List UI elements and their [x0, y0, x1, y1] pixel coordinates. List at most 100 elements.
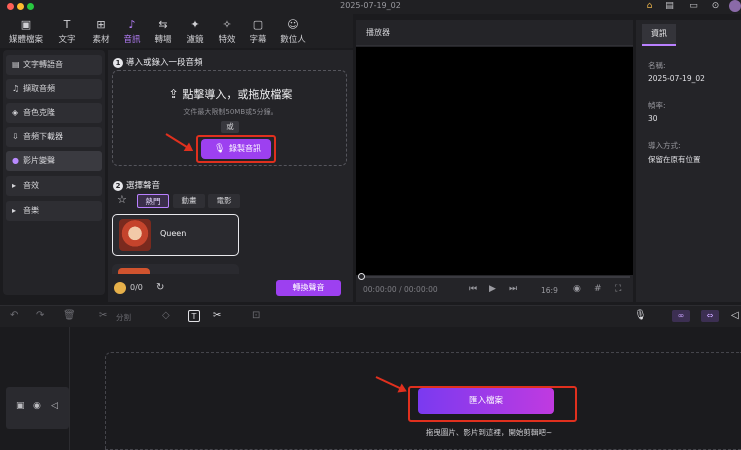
export-clip-icon[interactable]: ⊡: [252, 310, 260, 321]
sidebar-item-voice-clone[interactable]: ◈ 音色克隆: [6, 103, 102, 123]
step-number-2: 2: [113, 181, 123, 191]
toolbar-text[interactable]: T 文字: [52, 18, 82, 46]
refresh-icon[interactable]: ↻: [156, 282, 164, 294]
import-mode-value: 保留在原有位置: [648, 155, 701, 164]
preview-screen[interactable]: [356, 47, 633, 275]
credit-count: 0/0: [130, 283, 143, 292]
feedback-icon[interactable]: ▭: [688, 0, 699, 12]
download-icon: ⇩: [12, 132, 19, 141]
record-voiceover-icon[interactable]: 🎙: [634, 310, 647, 321]
aspect-ratio-select[interactable]: 16:9: [541, 286, 558, 295]
toolbar-effects[interactable]: ✧ 特效: [212, 18, 242, 46]
voice-changer-icon: ●: [12, 156, 19, 165]
cut-tool-icon[interactable]: ✂: [213, 310, 221, 321]
drop-title: ⇪ 點擊導入，或拖放檔案: [168, 87, 293, 101]
tab-popular[interactable]: 熱門: [137, 194, 169, 208]
timeline-area: ▣ ◉ ◁: [0, 327, 741, 450]
extract-audio-icon: ♫: [12, 84, 20, 93]
avatar-person-icon: ☺: [287, 18, 299, 31]
download-status-icon[interactable]: ⊙: [710, 0, 721, 12]
next-frame-icon[interactable]: ⏭: [509, 284, 517, 294]
toolbar-filter[interactable]: ✦ 濾鏡: [180, 18, 210, 46]
import-mode-label: 導入方式:: [648, 141, 681, 150]
or-label: 或: [221, 121, 239, 133]
delete-icon[interactable]: 🗑: [63, 310, 76, 321]
effects-icon: ✧: [222, 18, 232, 31]
tts-icon: ▤: [12, 60, 20, 69]
snapshot-icon[interactable]: ◉: [573, 284, 581, 294]
gift-icon[interactable]: ⌂: [644, 0, 655, 12]
toolbar-subtitle[interactable]: ▢ 字幕: [243, 18, 273, 46]
name-label: 名稱:: [648, 61, 666, 70]
toolbar-transition[interactable]: ⇆ 轉場: [148, 18, 178, 46]
toolbar-avatar[interactable]: ☺ 數位人: [276, 18, 310, 46]
filter-icon: ✦: [190, 18, 200, 31]
import-files-button[interactable]: 匯入檔案: [418, 388, 554, 414]
caret-right-icon: ▸: [12, 206, 17, 215]
elements-icon: ⊞: [96, 18, 106, 31]
sidebar-item-extract-audio[interactable]: ♫ 擷取音頻: [6, 79, 102, 99]
crop-icon[interactable]: #: [594, 284, 602, 294]
voice-panel-footer: 0/0 ↻ 轉換聲音: [108, 274, 353, 302]
fps-value: 30: [648, 114, 658, 123]
link-toggle-icon[interactable]: ⇔: [701, 310, 719, 322]
voice-avatar-image: [119, 219, 151, 251]
prev-frame-icon[interactable]: ⏮: [469, 284, 477, 294]
voice-name: Queen: [160, 229, 187, 238]
media-icon: ▣: [20, 18, 32, 31]
sidebar-item-sound-effects[interactable]: ▸ 音效: [6, 176, 102, 196]
upload-icon: ⇪: [168, 87, 183, 101]
text-icon: T: [63, 18, 71, 31]
fullscreen-icon[interactable]: ⛶: [615, 284, 621, 294]
step2-heading: 2 選擇聲音: [113, 179, 160, 191]
convert-voice-button[interactable]: 轉換聲音: [276, 280, 341, 296]
sidebar-item-audio-downloader[interactable]: ⇩ 音頻下載器: [6, 127, 102, 147]
info-panel: 資訊 名稱: 2025-07-19_02 幀率: 30 導入方式: 保留在原有位…: [636, 20, 741, 302]
layout-icon[interactable]: ▤: [664, 0, 675, 12]
main-track-header: ▣ ◉ ◁: [6, 387, 69, 429]
subtitle-icon: ▢: [252, 18, 264, 31]
audio-sidebar: ▤ 文字轉語音 ♫ 擷取音頻 ◈ 音色克隆 ⇩ 音頻下載器 ● 影片變聲 ▸ 音效 ▸ 音樂: [3, 50, 105, 295]
play-icon[interactable]: ▶: [489, 284, 496, 294]
zoom-icon[interactable]: ◁: [731, 310, 739, 321]
player-panel: 播放器 00:00:00 / 00:00:00 ⏮ ▶ ⏭ 16:9 ◉ # ⛶: [356, 20, 633, 302]
step1-heading: 1 導入或錄入一段音頻: [113, 56, 203, 68]
seek-handle[interactable]: [358, 273, 365, 280]
redo-icon[interactable]: ↷: [36, 310, 44, 321]
marker-icon[interactable]: ◇: [162, 310, 170, 321]
tab-info[interactable]: 資訊: [642, 24, 676, 46]
main-toolbar: ▣ 媒體檔案 T 文字 ⊞ 素材 ♪ 音訊 ⇆ 轉場 ✦ 濾鏡 ✧ 特效 ▢ 字幕 ☺ 數位人: [0, 14, 353, 48]
split-label: 分割: [116, 313, 131, 322]
tab-animation[interactable]: 動畫: [173, 194, 205, 208]
timeline-toolbar: ↶ ↷ 🗑 ✂ 分割 ◇ T ✂ ⊡ 🎙 ∞ ⇔ ◁: [0, 305, 741, 327]
sidebar-item-music[interactable]: ▸ 音樂: [6, 201, 102, 221]
seek-bar[interactable]: [362, 276, 630, 278]
microphone-icon: 🎙: [214, 144, 226, 154]
toolbar-audio[interactable]: ♪ 音訊: [117, 18, 147, 46]
text-tool-icon[interactable]: T: [188, 310, 200, 322]
user-avatar[interactable]: [729, 0, 741, 12]
record-audio-button[interactable]: 🎙 錄製音訊: [201, 139, 271, 159]
toolbar-media[interactable]: ▣ 媒體檔案: [6, 18, 46, 46]
app-window: 2025-07-19_02 ⌂ ▤ ▭ ⊙ ▣ 媒體檔案 T 文字 ⊞ 素材 ♪ 音訊 …: [0, 0, 741, 450]
voice-card-queen[interactable]: Queen: [112, 214, 239, 256]
sidebar-item-tts[interactable]: ▤ 文字轉語音: [6, 55, 102, 75]
audio-note-icon: ♪: [128, 18, 136, 31]
tab-movie[interactable]: 電影: [208, 194, 240, 208]
title-bar: 2025-07-19_02 ⌂ ▤ ▭ ⊙: [0, 0, 741, 14]
transition-icon: ⇆: [158, 18, 168, 31]
credit-coin-icon: [114, 282, 126, 294]
drop-subtitle: 文件最大限制50MB或5分鐘。: [183, 108, 278, 116]
split-icon[interactable]: ✂: [99, 310, 107, 321]
track-audio-icon[interactable]: ◁: [51, 401, 58, 411]
snap-toggle-icon[interactable]: ∞: [672, 310, 690, 322]
track-visibility-icon[interactable]: ◉: [33, 401, 41, 411]
step-number-1: 1: [113, 58, 123, 68]
favorite-star-icon[interactable]: ☆: [117, 193, 127, 206]
undo-icon[interactable]: ↶: [10, 310, 18, 321]
toolbar-elements[interactable]: ⊞ 素材: [86, 18, 116, 46]
sidebar-item-voice-changer[interactable]: ● 影片變聲: [6, 151, 102, 171]
playback-time: 00:00:00 / 00:00:00: [363, 285, 438, 294]
track-lock-icon[interactable]: ▣: [16, 401, 25, 411]
audio-drop-zone[interactable]: ⇪ 點擊導入，或拖放檔案 文件最大限制50MB或5分鐘。 或 🎙 錄製音訊: [112, 70, 347, 166]
